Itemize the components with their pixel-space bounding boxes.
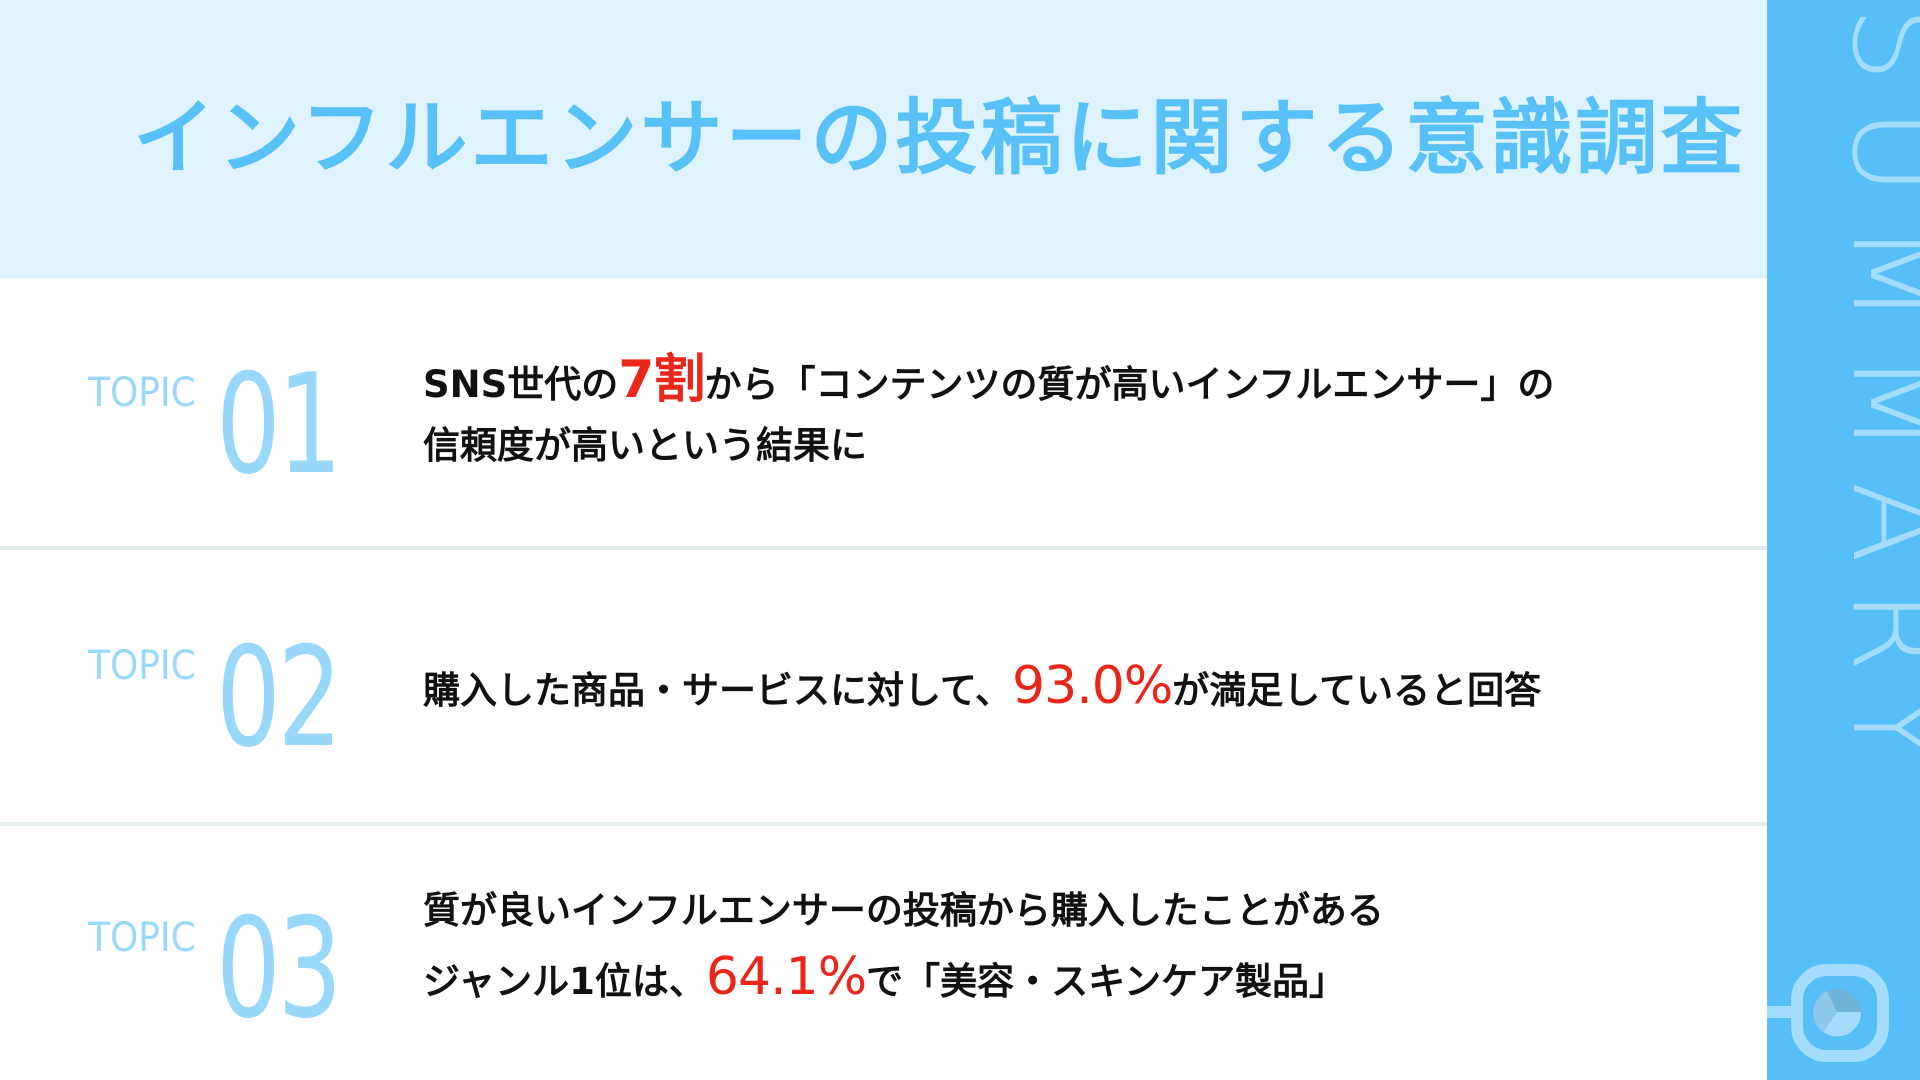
highlight-value: 64.1% xyxy=(705,947,867,1007)
text-after: が満足していると回答 xyxy=(1172,669,1542,712)
page-title: インフルエンサーの投稿に関する意識調査 xyxy=(133,91,1746,186)
topic-row-01: TOPIC 01 SNS世代の7割から「コンテンツの質が高いインフルエンサー」の… xyxy=(0,278,1767,546)
text-after: から「コンテンツの質が高いインフルエンサー」の xyxy=(704,363,1555,406)
summary-vertical-label: SUMMARY xyxy=(1825,6,1920,791)
topic-number: 02 xyxy=(216,617,342,778)
topic-label: TOPIC xyxy=(88,370,196,416)
text-before: 質が良いインフルエンサーの投稿から購入したことがある xyxy=(423,889,1384,932)
topic-text-line: 信頼度が高いという結果に xyxy=(423,413,867,479)
topic-text-line: SNS世代の7割から「コンテンツの質が高いインフルエンサー」の xyxy=(423,347,1554,418)
topic-text-line: 購入した商品・サービスに対して、93.0%が満足していると回答 xyxy=(423,653,1541,724)
text-before: 購入した商品・サービスに対して、 xyxy=(423,669,1013,712)
highlight-value: 93.0% xyxy=(1012,656,1173,716)
text-before: ジャンル1位は、 xyxy=(423,960,706,1003)
topic-text-line: 質が良いインフルエンサーの投稿から購入したことがある xyxy=(423,878,1384,944)
topic-label: TOPIC xyxy=(88,643,196,689)
text-before: 信頼度が高いという結果に xyxy=(423,424,867,467)
highlight-value: 7割 xyxy=(618,350,705,410)
header-band: インフルエンサーの投稿に関する意識調査 xyxy=(0,0,1767,278)
text-after: で「美容・スキンケア製品」 xyxy=(866,960,1346,1003)
topic-number: 03 xyxy=(216,888,342,1049)
magnifier-pie-chart-icon xyxy=(1767,964,1889,1062)
pie-chart xyxy=(1813,988,1862,1037)
topic-label: TOPIC xyxy=(88,915,196,961)
topic-row-02: TOPIC 02 購入した商品・サービスに対して、93.0%が満足していると回答 xyxy=(0,550,1767,822)
topic-number: 01 xyxy=(216,344,342,505)
text-before: SNS世代の xyxy=(423,363,619,406)
topic-row-03: TOPIC 03 質が良いインフルエンサーの投稿から購入したことがある ジャンル… xyxy=(0,826,1767,1080)
topic-text-line: ジャンル1位は、64.1%で「美容・スキンケア製品」 xyxy=(423,944,1346,1015)
